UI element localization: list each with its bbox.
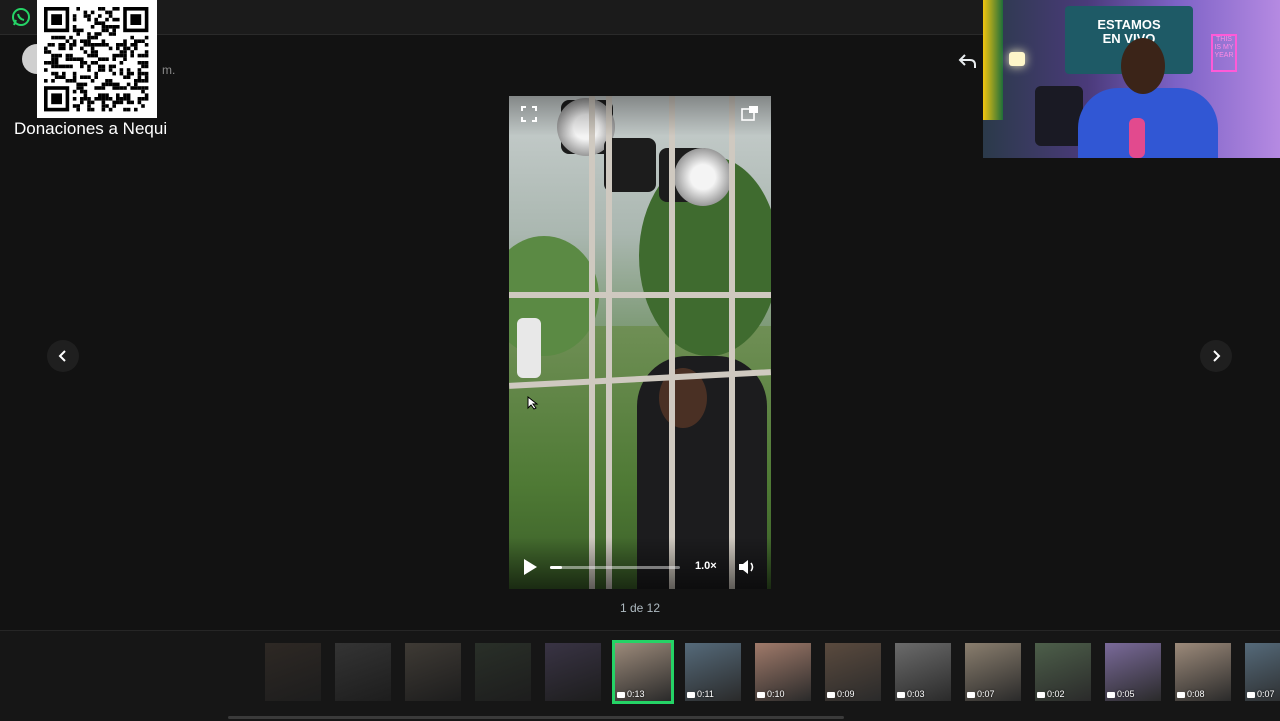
thumbnail-duration: 0:10 xyxy=(757,689,785,699)
previous-media-button[interactable] xyxy=(47,340,79,372)
microphone xyxy=(1129,118,1145,158)
thumbnail-duration: 0:09 xyxy=(827,689,855,699)
video-camera-icon xyxy=(1037,691,1045,698)
thumbnail-duration: 0:11 xyxy=(687,689,714,699)
media-thumbnail[interactable]: 0:07 xyxy=(965,643,1021,701)
horizontal-scrollbar[interactable] xyxy=(228,716,844,719)
thumbnail-duration: 0:02 xyxy=(1037,689,1065,699)
reply-icon[interactable] xyxy=(956,50,980,72)
flag-decoration xyxy=(983,0,1003,120)
media-thumbnail[interactable]: 0:02 xyxy=(1035,643,1091,701)
streamer-webcam: ESTAMOS EN VIVO THIS IS MY YEAR xyxy=(983,0,1280,158)
media-counter: 1 de 12 xyxy=(619,601,661,615)
video-camera-icon xyxy=(897,691,905,698)
whatsapp-icon[interactable] xyxy=(11,7,31,27)
donation-qr-code xyxy=(37,0,157,118)
sender-time-suffix: m. xyxy=(162,63,176,77)
video-camera-icon xyxy=(1177,691,1185,698)
video-camera-icon xyxy=(1107,691,1115,698)
neon-sign: THIS IS MY YEAR xyxy=(1211,34,1237,72)
gaming-chair xyxy=(1035,86,1083,146)
thumbnail-duration: 0:13 xyxy=(617,689,645,699)
media-thumbnail[interactable]: 0:08 xyxy=(1175,643,1231,701)
live-banner-line1: ESTAMOS xyxy=(1097,17,1161,32)
media-thumbnail[interactable]: 0:07 xyxy=(1245,643,1280,701)
mouse-cursor xyxy=(527,396,539,410)
video-camera-icon xyxy=(757,691,765,698)
media-thumbnail[interactable] xyxy=(405,643,461,701)
video-seek-bar[interactable] xyxy=(550,566,680,569)
media-thumbnail[interactable]: 0:05 xyxy=(1105,643,1161,701)
volume-icon[interactable] xyxy=(737,558,757,576)
chevron-left-icon xyxy=(58,350,66,362)
thumbnail-duration: 0:07 xyxy=(967,689,995,699)
media-thumbnail[interactable] xyxy=(335,643,391,701)
video-camera-icon xyxy=(617,691,625,698)
streamer-body xyxy=(1078,88,1218,158)
thumbnail-duration: 0:03 xyxy=(897,689,925,699)
media-thumbnail[interactable]: 0:13 xyxy=(612,640,674,704)
chevron-right-icon xyxy=(1213,350,1221,362)
thumbnail-duration: 0:08 xyxy=(1177,689,1205,699)
fullscreen-icon[interactable] xyxy=(521,106,537,122)
media-thumbnail[interactable] xyxy=(265,643,321,701)
ring-light xyxy=(1009,52,1025,66)
video-camera-icon xyxy=(827,691,835,698)
video-camera-icon xyxy=(687,691,695,698)
thumbnail-duration: 0:07 xyxy=(1247,689,1275,699)
media-thumbnail[interactable]: 0:03 xyxy=(895,643,951,701)
media-thumbnail[interactable] xyxy=(475,643,531,701)
donation-label: Donaciones a Nequi xyxy=(14,119,168,138)
media-thumbnail-strip: 0:13 0:11 0:10 0:09 0:03 0:07 0:02 0:05 0:08 0:07 xyxy=(0,630,1280,721)
video-camera-icon xyxy=(967,691,975,698)
media-thumbnail[interactable]: 0:11 xyxy=(685,643,741,701)
media-thumbnail[interactable]: 0:10 xyxy=(755,643,811,701)
video-camera-icon xyxy=(1247,691,1255,698)
streamer-head xyxy=(1121,38,1165,94)
next-media-button[interactable] xyxy=(1200,340,1232,372)
thumbnail-duration: 0:05 xyxy=(1107,689,1135,699)
popout-icon[interactable] xyxy=(741,105,759,121)
video-seek-progress xyxy=(550,566,562,569)
media-thumbnail[interactable] xyxy=(545,643,601,701)
playback-speed-button[interactable]: 1.0× xyxy=(695,560,717,572)
play-icon[interactable] xyxy=(521,558,539,576)
media-thumbnail[interactable]: 0:09 xyxy=(825,643,881,701)
video-player[interactable]: 1.0× xyxy=(509,96,771,589)
